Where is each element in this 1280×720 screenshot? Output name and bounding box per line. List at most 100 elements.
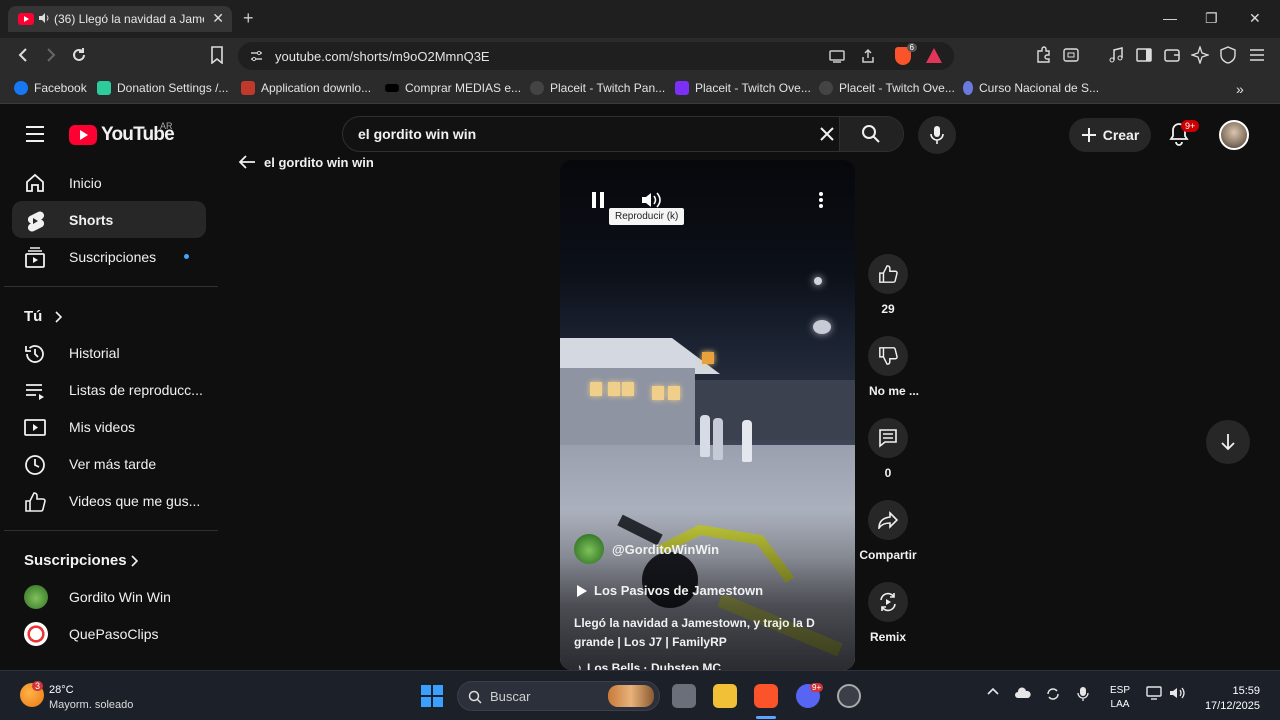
language-indicator[interactable]: ESP LAA <box>1110 684 1130 712</box>
media-controls-icon[interactable] <box>1107 46 1125 64</box>
leo-ai-icon[interactable] <box>1191 46 1209 64</box>
pause-icon[interactable] <box>590 190 606 210</box>
music-link[interactable]: ♪ Los Bells · Dubstep MC <box>576 661 721 670</box>
start-button-icon[interactable] <box>421 685 443 707</box>
search-button[interactable] <box>839 117 903 151</box>
steam-icon[interactable] <box>837 684 861 708</box>
my-videos-icon <box>24 419 46 436</box>
more-bookmarks-icon[interactable]: » <box>1236 81 1244 97</box>
sidebar-item-liked-videos[interactable]: Videos que me gus... <box>12 482 206 519</box>
sidebar-item-shorts[interactable]: Shorts <box>12 201 206 238</box>
clock-time: 15:59 <box>1232 685 1260 697</box>
short-title[interactable]: Llegó la navidad a Jamestown, y trajo la… <box>574 614 834 652</box>
address-bar[interactable]: youtube.com/shorts/m9oO2MmnQ3E 6 <box>238 42 954 70</box>
you-section-header[interactable]: Tú <box>12 298 206 334</box>
remix-button[interactable]: Remix <box>858 582 922 664</box>
create-button[interactable]: Crear <box>1069 118 1151 152</box>
minimize-button[interactable]: — <box>1163 10 1177 26</box>
clear-search-icon[interactable] <box>817 124 837 144</box>
globe-icon <box>530 81 544 95</box>
short-video-player[interactable]: Reproducir (k) @GorditoWinWin Los Pasivo… <box>560 160 855 670</box>
extensions-icon[interactable] <box>1034 46 1052 64</box>
sidebar-item-ver-mas-tarde[interactable]: Ver más tarde <box>12 445 206 482</box>
youtube-page: YouTube AR el gordito win win Crear 9+ I… <box>0 104 1280 670</box>
bookmark-item[interactable]: Comprar MEDIAS e... <box>385 81 521 95</box>
sidebar-item-playlists[interactable]: Listas de reproducc... <box>12 371 206 408</box>
sidebar-item-label: Mis videos <box>69 419 136 435</box>
tab-audio-icon[interactable] <box>38 12 50 24</box>
share-page-icon[interactable] <box>860 48 876 64</box>
brave-rewards-icon[interactable] <box>926 48 942 63</box>
search-box[interactable]: el gordito win win <box>342 116 904 152</box>
microphone-icon[interactable] <box>1077 686 1089 702</box>
sidebar-item-label: Historial <box>69 345 120 361</box>
chevron-up-icon[interactable] <box>987 686 999 698</box>
system-clock[interactable]: 15:59 17/12/2025 <box>1198 684 1260 714</box>
sync-icon[interactable] <box>1045 686 1061 702</box>
back-to-search[interactable]: el gordito win win <box>238 154 374 170</box>
dislike-button[interactable]: No me ... <box>858 336 922 418</box>
sidebar-item-suscripciones[interactable]: Suscripciones <box>12 238 206 275</box>
account-avatar[interactable] <box>1219 120 1249 150</box>
search-input[interactable]: el gordito win win <box>358 126 476 142</box>
playlist-link[interactable]: Los Pasivos de Jamestown <box>576 583 763 598</box>
divider <box>4 530 218 531</box>
sidebar-item-mis-videos[interactable]: Mis videos <box>12 408 206 445</box>
channel-avatar <box>24 622 48 646</box>
file-explorer-icon[interactable] <box>713 684 737 708</box>
bookmark-item[interactable]: Placeit - Twitch Ove... <box>675 81 811 95</box>
channel-link[interactable]: @GorditoWinWin <box>574 534 719 564</box>
vpn-shield-icon[interactable] <box>1219 46 1237 64</box>
wallet-screenshot-icon[interactable] <box>1062 46 1080 64</box>
youtube-logo[interactable]: YouTube AR <box>69 121 175 146</box>
wallet-icon[interactable] <box>1163 46 1181 64</box>
more-options-icon[interactable] <box>817 190 825 210</box>
tab-close-icon[interactable]: ✕ <box>212 10 224 27</box>
cast-icon[interactable] <box>829 49 845 63</box>
reload-icon[interactable] <box>70 46 88 64</box>
bookmark-icon[interactable] <box>210 46 224 64</box>
bookmark-item[interactable]: Application downlo... <box>241 81 371 95</box>
comments-button[interactable]: 0 <box>858 418 922 500</box>
bookmark-item[interactable]: Placeit - Twitch Pan... <box>530 81 665 95</box>
share-button[interactable]: Compartir <box>858 500 922 582</box>
bookmark-item[interactable]: Donation Settings /... <box>97 81 228 95</box>
sidebar-toggle-icon[interactable] <box>1135 46 1153 64</box>
speaker-icon[interactable] <box>1169 686 1187 700</box>
search-icon <box>862 125 880 143</box>
network-icon[interactable] <box>1146 686 1162 700</box>
next-short-button[interactable] <box>1206 420 1250 464</box>
menu-icon[interactable] <box>26 126 44 147</box>
site-info-icon[interactable] <box>250 50 263 62</box>
playlists-icon <box>26 384 44 400</box>
bookmark-item[interactable]: Placeit - Twitch Ove... <box>819 81 955 95</box>
back-arrow-icon[interactable] <box>16 46 32 64</box>
bookmark-item[interactable]: Facebook <box>14 81 87 95</box>
subscription-item[interactable]: QuePasoClips <box>12 615 206 652</box>
like-button[interactable]: 29 <box>858 254 922 336</box>
player-character <box>742 420 752 462</box>
task-view-icon[interactable] <box>672 684 696 708</box>
lit-window <box>590 382 602 396</box>
brave-browser-icon[interactable] <box>754 684 778 708</box>
bookmark-label: Placeit - Twitch Ove... <box>839 81 955 95</box>
browser-menu-icon[interactable] <box>1248 46 1266 64</box>
bookmark-label: Curso Nacional de S... <box>979 81 1100 95</box>
close-window-button[interactable]: ✕ <box>1249 10 1261 27</box>
voice-search-button[interactable] <box>918 116 956 154</box>
bookmark-item[interactable]: Curso Nacional de S... <box>963 81 1099 95</box>
restore-button[interactable]: ❐ <box>1205 10 1218 27</box>
forward-arrow-icon[interactable] <box>42 46 58 64</box>
youtube-favicon-icon <box>18 13 34 25</box>
volume-icon[interactable] <box>640 190 662 210</box>
brave-shields-icon[interactable]: 6 <box>895 43 917 65</box>
onedrive-icon[interactable] <box>1015 686 1031 700</box>
subscription-item[interactable]: Gordito Win Win <box>12 578 206 615</box>
taskbar-search[interactable]: Buscar <box>457 681 660 711</box>
browser-tab[interactable]: (36) Llegó la navidad a Jamestown ✕ <box>8 6 232 32</box>
subscriptions-section-header[interactable]: Suscripciones <box>12 542 206 578</box>
new-tab-button[interactable]: + <box>243 8 254 29</box>
sidebar-item-historial[interactable]: Historial <box>12 334 206 371</box>
sidebar-item-inicio[interactable]: Inicio <box>12 164 206 201</box>
thumbs-down-icon <box>879 347 898 365</box>
